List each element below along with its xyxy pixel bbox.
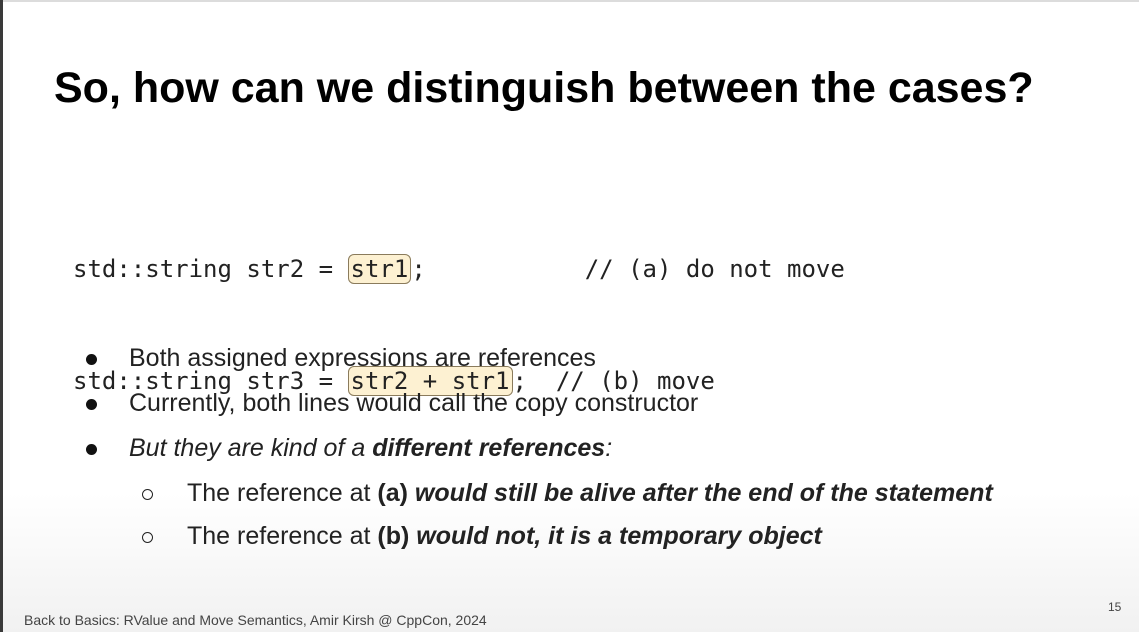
bullet-list: Both assigned expressions are references… — [86, 340, 993, 561]
sub-bullet-circle-icon — [142, 475, 187, 511]
bullet-text: Both assigned expressions are references — [129, 344, 596, 372]
bullet-text-lead: But they are kind of a — [129, 434, 373, 462]
sub-bullet-item: The reference at (a) would still be aliv… — [86, 475, 993, 518]
slide-title: So, how can we distinguish between the c… — [54, 64, 1034, 112]
sub-bullet-emphasis: would still be alive after the end of th… — [407, 479, 993, 507]
code-suffix: ; // (a) do not move — [411, 255, 845, 283]
highlighted-expression-a: str1 — [347, 254, 412, 284]
sub-bullet-lead: The reference at — [187, 479, 378, 507]
bullet-text: Currently, both lines would call the cop… — [129, 389, 699, 417]
slide-footer: Back to Basics: RValue and Move Semantic… — [24, 612, 487, 628]
bullet-item: But they are kind of a different referen… — [86, 430, 993, 475]
code-prefix: std::string str2 = — [73, 255, 348, 283]
sub-bullet-label: (a) — [377, 479, 408, 507]
bullet-dot-icon — [86, 430, 129, 466]
sub-bullet-item: The reference at (b) would not, it is a … — [86, 518, 993, 561]
bullet-item: Both assigned expressions are references — [86, 340, 993, 385]
sub-bullet-lead: The reference at — [187, 522, 378, 550]
bullet-text-bold: different references — [372, 434, 606, 462]
bullet-text-tail: : — [605, 434, 613, 462]
sub-bullet-label: (b) — [377, 522, 410, 550]
left-border — [0, 0, 3, 632]
bullet-dot-icon — [86, 385, 129, 421]
page-number: 15 — [1108, 600, 1122, 614]
bullet-dot-icon — [86, 340, 129, 376]
sub-bullet-emphasis: would not, it is a temporary object — [409, 522, 822, 550]
top-border — [0, 0, 1139, 2]
sub-bullet-circle-icon — [142, 518, 187, 554]
code-line-a: std::string str2 = str1; // (a) do not m… — [73, 251, 845, 307]
bullet-item: Currently, both lines would call the cop… — [86, 385, 993, 430]
